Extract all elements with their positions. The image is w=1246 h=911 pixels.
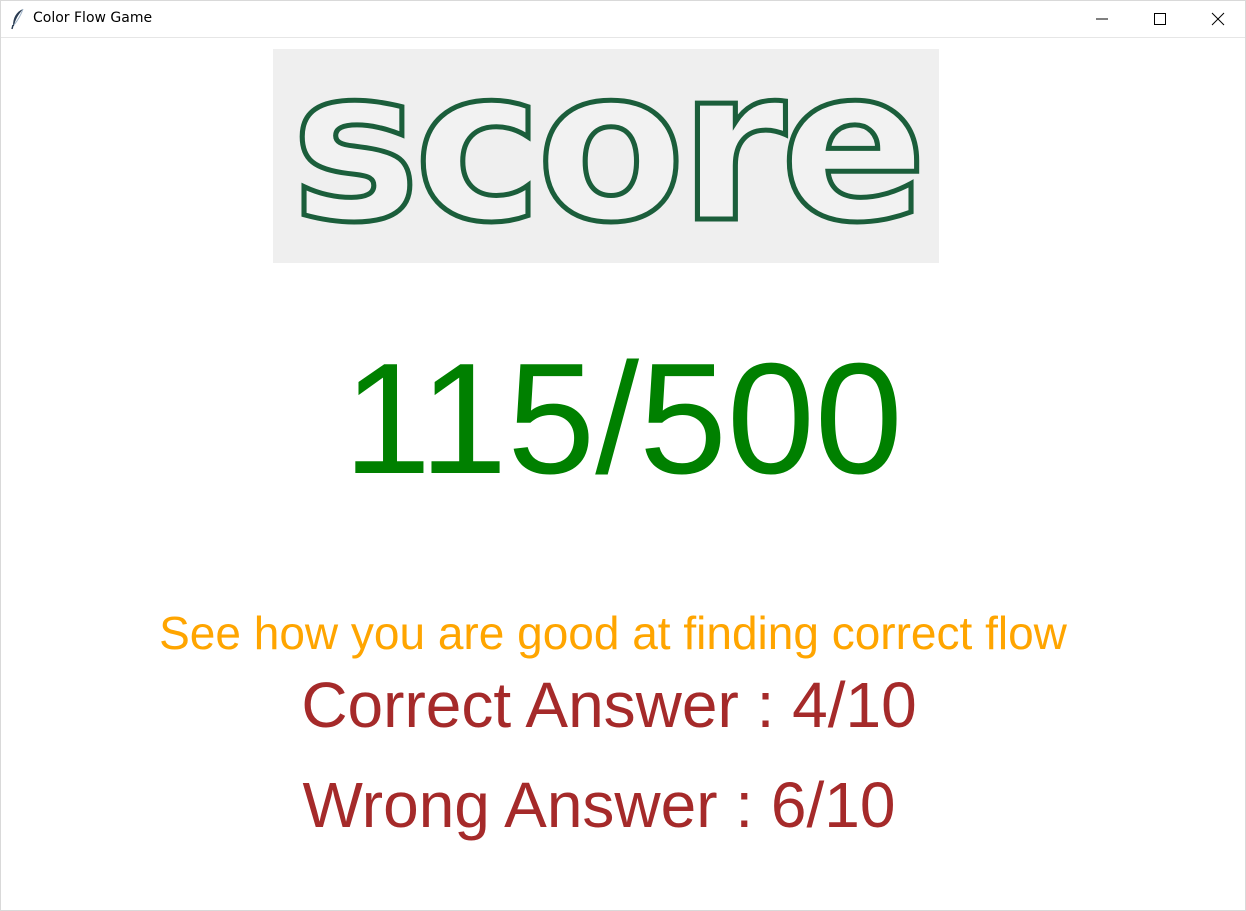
tagline-text: See how you are good at finding correct … bbox=[159, 607, 1067, 659]
title-bar[interactable]: Color Flow Game bbox=[1, 1, 1245, 38]
maximize-icon bbox=[1154, 13, 1166, 25]
maximize-button[interactable] bbox=[1131, 1, 1189, 37]
minimize-icon bbox=[1096, 18, 1108, 20]
close-button[interactable] bbox=[1189, 1, 1246, 37]
close-icon bbox=[1211, 12, 1225, 26]
game-window: Color Flow Game score 115/500 See how yo… bbox=[0, 0, 1246, 911]
score-logo-image: score bbox=[273, 49, 939, 263]
wrong-answer-text: Wrong Answer : 6/10 bbox=[302, 769, 896, 841]
feather-icon bbox=[10, 8, 26, 30]
correct-answer-text: Correct Answer : 4/10 bbox=[301, 669, 917, 741]
score-value: 115/500 bbox=[343, 331, 903, 507]
score-logo-text: score bbox=[291, 49, 921, 263]
window-title: Color Flow Game bbox=[33, 10, 153, 26]
minimize-button[interactable] bbox=[1073, 1, 1131, 37]
